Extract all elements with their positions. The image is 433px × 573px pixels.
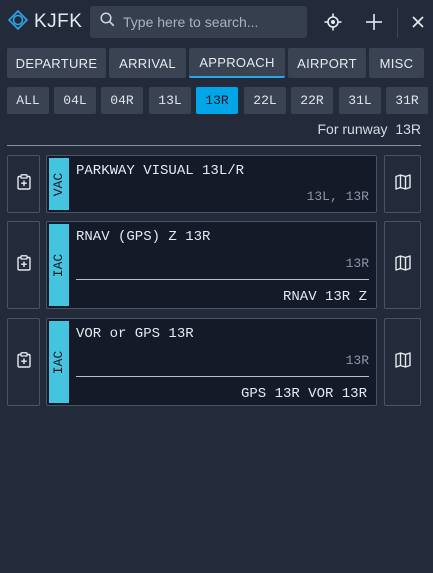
airport-selector[interactable]: KJFK: [7, 9, 83, 35]
chart-ident: GPS 13R VOR 13R: [240, 386, 367, 402]
chart-row: IAC VOR or GPS 13R 13R GPS 13R VOR 13R: [7, 318, 421, 406]
crosshair-icon[interactable]: [319, 8, 347, 36]
tab-airport[interactable]: AIRPORT: [288, 48, 366, 78]
airport-target-icon: [7, 9, 29, 35]
chart-card[interactable]: IAC RNAV (GPS) Z 13R 13R RNAV 13R Z: [46, 221, 377, 309]
chart-runways: 13R: [345, 256, 369, 271]
clipboard-button[interactable]: [7, 155, 40, 213]
chart-type-tag: IAC: [49, 224, 69, 306]
tab-misc[interactable]: MISC: [369, 48, 424, 78]
map-button[interactable]: [384, 155, 421, 213]
chart-title: RNAV (GPS) Z 13R: [76, 229, 211, 245]
runway-tab-04r[interactable]: 04R: [101, 87, 143, 114]
chart-title: VOR or GPS 13R: [76, 326, 194, 342]
close-icon[interactable]: [404, 8, 432, 36]
header-divider: [397, 8, 398, 38]
plus-icon[interactable]: [360, 8, 388, 36]
tab-approach[interactable]: APPROACH: [189, 48, 285, 78]
runway-filter-label: For runway 13R: [318, 121, 422, 137]
clipboard-icon: [16, 351, 31, 373]
chart-ident: RNAV 13R Z: [282, 289, 367, 305]
clipboard-button[interactable]: [7, 318, 40, 406]
map-button[interactable]: [384, 221, 421, 309]
top-bar: KJFK: [0, 0, 433, 44]
runway-tab-13l[interactable]: 13L: [149, 87, 191, 114]
clipboard-button[interactable]: [7, 221, 40, 309]
chart-card[interactable]: VAC PARKWAY VISUAL 13L/R 13L, 13R: [46, 155, 377, 213]
chart-row: IAC RNAV (GPS) Z 13R 13R RNAV 13R Z: [7, 221, 421, 309]
runway-filter-prefix: For runway: [317, 121, 388, 137]
chart-separator: [76, 376, 369, 377]
map-icon: [394, 173, 411, 195]
map-icon: [394, 351, 411, 373]
search-icon: [100, 12, 115, 32]
runway-tab-31r[interactable]: 31R: [386, 87, 428, 114]
runway-tab-22l[interactable]: 22L: [244, 87, 286, 114]
chart-runways: 13R: [345, 353, 369, 368]
chart-row: VAC PARKWAY VISUAL 13L/R 13L, 13R: [7, 155, 421, 213]
map-button[interactable]: [384, 318, 421, 406]
chart-type-tag: IAC: [49, 321, 69, 403]
search-input[interactable]: [123, 14, 303, 30]
runway-tab-22r[interactable]: 22R: [291, 87, 333, 114]
chart-card[interactable]: IAC VOR or GPS 13R 13R GPS 13R VOR 13R: [46, 318, 377, 406]
tab-departure[interactable]: DEPARTURE: [7, 48, 106, 78]
clipboard-icon: [16, 254, 31, 276]
runway-tab-04l[interactable]: 04L: [54, 87, 96, 114]
map-icon: [394, 254, 411, 276]
tab-arrival[interactable]: ARRIVAL: [109, 48, 186, 78]
chart-separator: [76, 279, 369, 280]
runway-filter-value: 13R: [395, 121, 421, 137]
airport-code: KJFK: [34, 11, 83, 32]
chart-title: PARKWAY VISUAL 13L/R: [76, 163, 245, 179]
runway-tab-31l[interactable]: 31L: [339, 87, 381, 114]
chart-runways: 13L, 13R: [306, 189, 369, 204]
divider: [7, 145, 421, 146]
runway-tab-13r[interactable]: 13R: [196, 87, 238, 114]
clipboard-icon: [16, 173, 31, 195]
chart-type-tag: VAC: [49, 158, 69, 210]
search-box[interactable]: [90, 6, 307, 38]
runway-tab-all[interactable]: ALL: [7, 87, 49, 114]
